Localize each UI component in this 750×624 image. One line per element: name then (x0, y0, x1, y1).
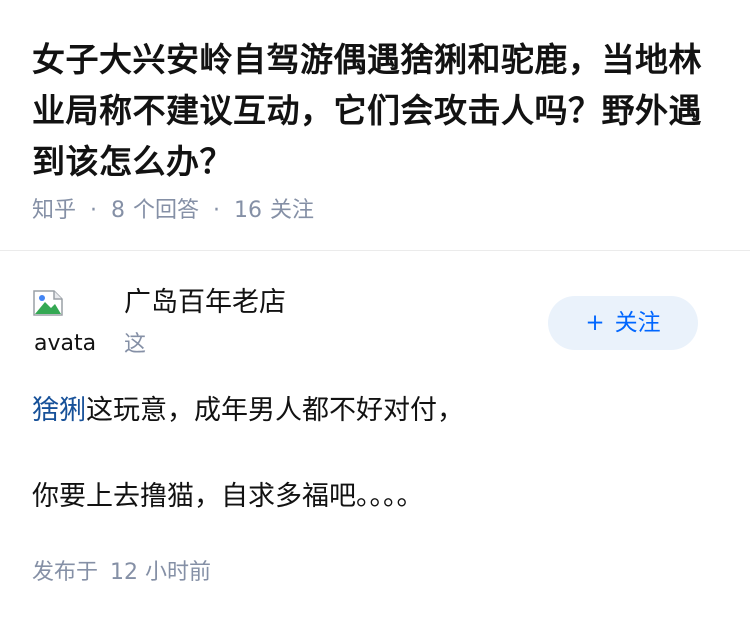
answer-count: 8 (111, 198, 126, 223)
answer-content: 猞猁这玩意，成年男人都不好对付， 你要上去撸猫，自求多福吧。。。。 (32, 389, 722, 519)
follow-button[interactable]: + 关注 (548, 296, 698, 350)
question-header: 女子大兴安岭自驾游偶遇猞猁和驼鹿，当地林业局称不建议互动，它们会攻击人吗？野外遇… (0, 0, 750, 251)
source-label[interactable]: 知乎 (32, 198, 76, 223)
answer-paragraph: 你要上去撸猫，自求多福吧。。。。 (32, 475, 722, 519)
question-title[interactable]: 女子大兴安岭自驾游偶遇猞猁和驼鹿，当地林业局称不建议互动，它们会攻击人吗？野外遇… (32, 34, 722, 187)
publish-time: 12 小时前 (110, 560, 212, 585)
follower-count-label[interactable]: 关注 (270, 198, 314, 223)
publish-label: 发布于 (32, 560, 99, 585)
answer-text: 这玩意，成年男人都不好对付， (86, 395, 464, 426)
plus-icon: + (585, 310, 605, 336)
answer-card: avatar 广岛百年老店 这 + 关注 猞猁这玩意，成年男人都不好对付， 你要上… (0, 251, 750, 624)
answer-text: 你要上去撸猫，自求多福吧。。。。 (32, 481, 424, 512)
author-bio: 这 (124, 332, 147, 357)
avatar[interactable]: avatar (32, 289, 98, 355)
meta-separator: · (90, 198, 98, 223)
answer-count-label[interactable]: 个回答 (133, 198, 199, 223)
broken-image-icon (33, 290, 63, 316)
meta-separator: · (213, 198, 221, 223)
keyword-link[interactable]: 猞猁 (32, 395, 86, 426)
author-name[interactable]: 广岛百年老店 (124, 283, 286, 323)
publish-info: 发布于 12 小时前 (32, 557, 211, 589)
follow-button-label: 关注 (614, 310, 661, 336)
avatar-alt-text: avatar (34, 331, 98, 355)
question-meta: 知乎 · 8 个回答 · 16 关注 (32, 195, 314, 227)
answer-paragraph: 猞猁这玩意，成年男人都不好对付， (32, 389, 722, 433)
follower-count: 16 (234, 198, 263, 223)
